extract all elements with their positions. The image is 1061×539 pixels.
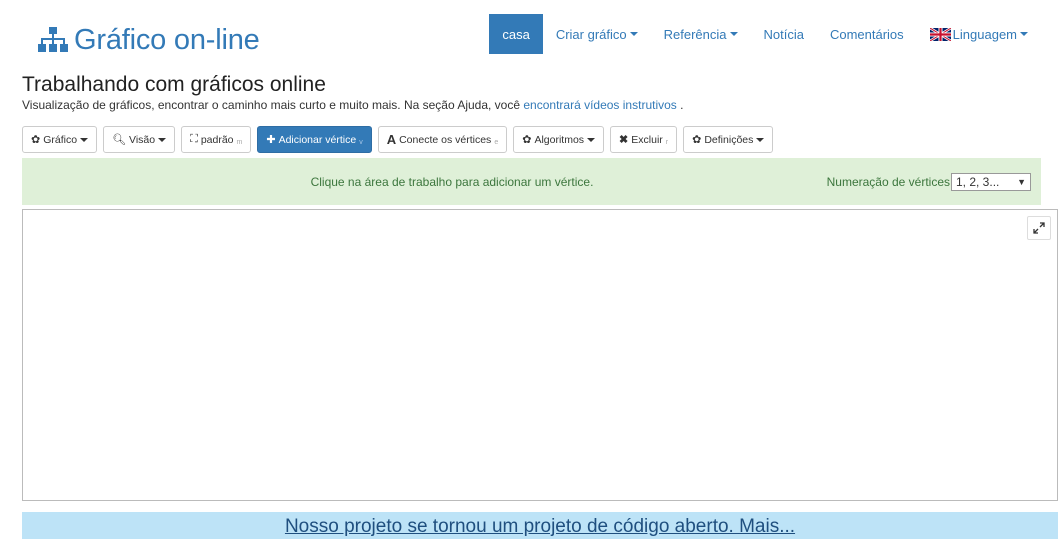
numbering-value: 1, 2, 3... [956,174,1000,189]
caret-down-icon [729,32,738,36]
add-vertex-hotkey: v [359,139,363,146]
padrao-hotkey: m [236,139,243,146]
add-vertex-label: Adicionar vértice [278,133,357,146]
nav-referencia-label: Referência [663,26,727,42]
chevron-down-icon: ▼ [1017,176,1026,187]
nav-referencia[interactable]: Referência [651,14,751,54]
info-bar: Clique na área de trabalho para adiciona… [22,158,1041,205]
nav-casa[interactable]: casa [489,14,543,54]
zoom-icon: 🔍︎ [112,134,127,146]
sitemap-icon [38,27,68,52]
gear-icon: ✿ [31,134,41,146]
uk-flag-icon [929,27,951,41]
add-vertex-button[interactable]: ✚ Adicionar vértice v [257,126,372,153]
nav-linguagem-label: Linguagem [952,26,1017,42]
open-source-banner: Nosso projeto se tornou um projeto de có… [22,512,1058,539]
logo-text: Gráfico on-line [74,23,260,56]
nav-linguagem[interactable]: Linguagem [917,14,1041,54]
caret-down-icon [756,137,765,142]
padrao-label: padrão [200,133,234,146]
nav-criar-grafico[interactable]: Criar gráfico [543,14,651,54]
grafico-menu-button[interactable]: ✿ Gráfico [22,126,98,153]
nav-comentarios-label: Comentários [829,26,904,42]
connect-vertices-button[interactable]: A Conecte os vértices e [377,126,508,153]
gear-icon: ✿ [522,134,532,146]
top-nav: casa Criar gráfico Referência Notícia Co… [489,14,1041,54]
nav-noticia-label: Notícia [763,26,804,42]
gear-icon: ✿ [692,134,702,146]
fullscreen-button[interactable] [1027,216,1051,240]
numbering-label: Numeração de vértices [826,174,950,189]
algorithms-label: Algoritmos [534,133,585,146]
default-view-button[interactable]: ⛶ padrão m [181,126,252,153]
delete-hotkey: r [665,139,669,146]
connect-hotkey: e [494,139,499,146]
graph-canvas[interactable] [22,209,1058,501]
connect-icon: A [386,132,397,147]
graph-toolbar: ✿ Gráfico 🔍︎ Visão ⛶ padrão m ✚ Adiciona… [22,126,774,153]
nav-comentarios[interactable]: Comentários [817,14,917,54]
vertex-numbering: Numeração de vértices 1, 2, 3... ▼ [826,172,1031,191]
caret-down-icon [158,137,167,142]
subtitle-suffix: . [676,98,684,112]
delete-button[interactable]: ✖ Excluir r [610,126,678,153]
caret-down-icon [80,137,89,142]
caret-down-icon [587,137,596,142]
settings-label: Definições [704,133,754,146]
logo-link[interactable]: Gráfico on-line [38,22,260,58]
algorithms-menu-button[interactable]: ✿ Algoritmos [513,126,605,153]
fit-screen-icon: ⛶ [190,133,198,145]
close-icon: ✖ [619,134,629,146]
page-subtitle: Visualização de gráficos, encontrar o ca… [22,98,683,112]
grafico-label: Gráfico [43,133,78,146]
plus-icon: ✚ [266,134,276,146]
delete-label: Excluir [631,133,663,146]
page-title: Trabalhando com gráficos online [22,73,326,96]
caret-down-icon [1020,32,1028,36]
settings-menu-button[interactable]: ✿ Definições [683,126,774,153]
nav-casa-label: casa [502,26,530,42]
numbering-select[interactable]: 1, 2, 3... ▼ [951,172,1031,191]
open-source-link[interactable]: Nosso projeto se tornou um projeto de có… [285,516,795,538]
nav-noticia[interactable]: Notícia [751,14,817,54]
visao-menu-button[interactable]: 🔍︎ Visão [103,126,176,153]
help-videos-link[interactable]: encontrará vídeos instrutivos [523,98,676,112]
connect-label: Conecte os vértices [399,133,492,146]
caret-down-icon [629,32,638,36]
visao-label: Visão [129,133,156,146]
subtitle-text: Visualização de gráficos, encontrar o ca… [22,98,524,112]
nav-criar-grafico-label: Criar gráfico [555,26,627,42]
expand-icon [1033,222,1045,234]
info-message: Clique na área de trabalho para adiciona… [310,174,594,189]
